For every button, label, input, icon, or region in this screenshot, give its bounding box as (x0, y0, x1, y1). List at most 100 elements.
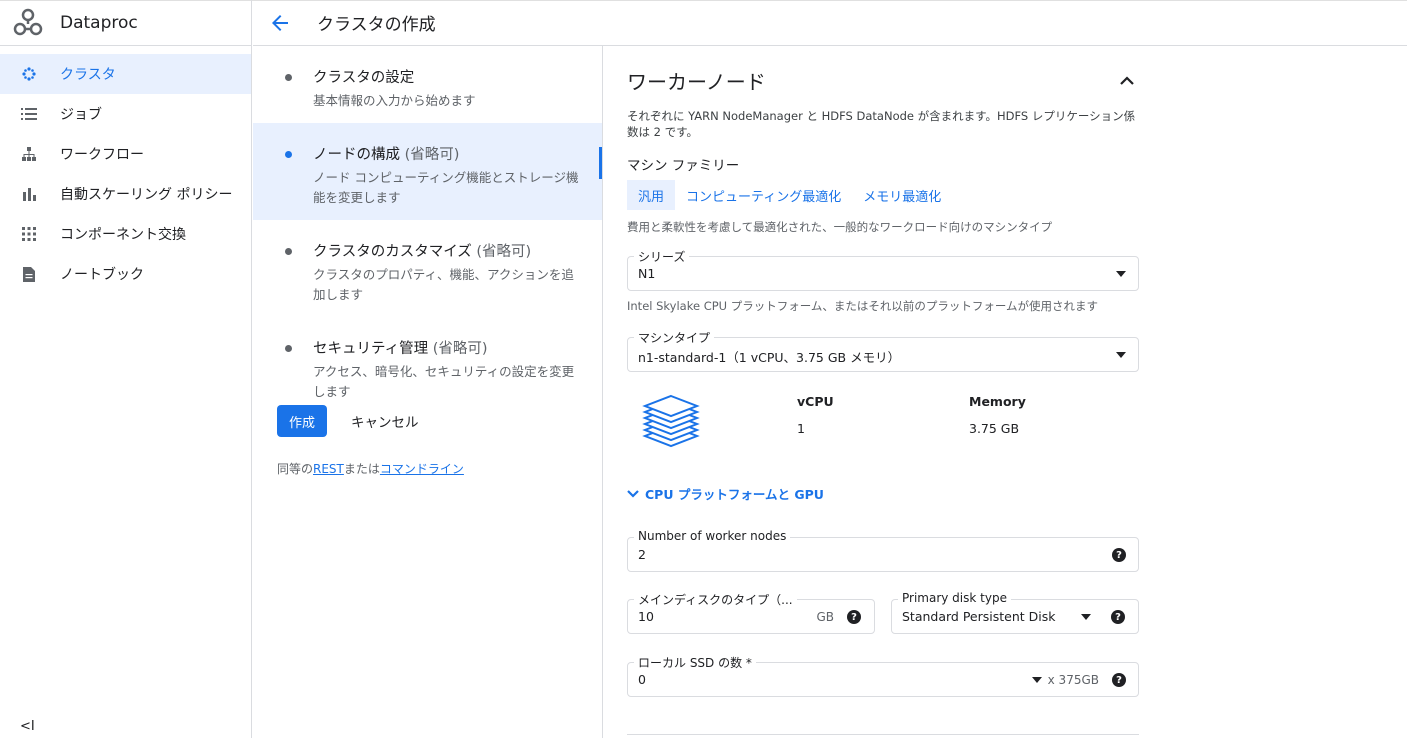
help-icon[interactable]: ? (1111, 610, 1125, 624)
active-step-indicator (599, 147, 602, 179)
bar-chart-icon (20, 185, 38, 203)
section-divider (627, 734, 1139, 735)
sidebar-header: Dataproc (0, 0, 251, 46)
sidebar-item-notebooks[interactable]: ノートブック (0, 254, 251, 294)
machine-family-label: マシン ファミリー (627, 158, 740, 174)
tab-general-purpose[interactable]: 汎用 (627, 180, 676, 210)
sidebar-item-label: ワークフロー (60, 147, 144, 163)
sidebar: Dataproc クラスタ ジョブ ワークフロー 自動スケーリング ポリシー コ… (0, 0, 252, 738)
sidebar-item-clusters[interactable]: クラスタ (0, 54, 251, 94)
step-security[interactable]: セキュリティ管理 (省略可) アクセス、暗号化、セキュリティの設定を変更します (253, 317, 602, 414)
section-description: それぞれに YARN NodeManager と HDFS DataNode が… (627, 109, 1136, 139)
equivalent-links: 同等のRESTまたはコマンドライン (277, 462, 464, 476)
machine-family-tabs: 汎用 コンピューティング最適化 メモリ最適化 (627, 180, 1139, 210)
machine-type-select[interactable]: マシンタイプ n1-standard-1（1 vCPU、3.75 GB メモリ） (627, 329, 1139, 372)
sidebar-item-label: ノートブック (60, 267, 144, 283)
step-dot (285, 248, 292, 255)
step-title: セキュリティ管理 (省略可) (313, 341, 488, 357)
step-cluster-setup[interactable]: クラスタの設定 基本情報の入力から始めます (253, 46, 602, 123)
collapse-sidebar-button[interactable]: <I (20, 719, 35, 734)
step-cluster-customize[interactable]: クラスタのカスタマイズ (省略可) クラスタのプロパティ、機能、アクションを追加… (253, 220, 602, 317)
sidebar-item-label: クラスタ (60, 67, 116, 83)
form-actions: 作成 キャンセル (277, 405, 419, 437)
steps-panel: クラスタの設定 基本情報の入力から始めます ノードの構成 (省略可) ノード コ… (253, 46, 603, 738)
list-icon (20, 105, 38, 123)
sidebar-item-label: 自動スケーリング ポリシー (60, 187, 233, 203)
memory-header: Memory (969, 394, 1026, 409)
step-dot (285, 345, 292, 352)
primary-disk-type-select[interactable]: Primary disk type Standard Persistent Di… (891, 591, 1139, 634)
sidebar-nav: クラスタ ジョブ ワークフロー 自動スケーリング ポリシー コンポーネント交換 (0, 54, 251, 294)
dropdown-caret-icon (1116, 271, 1126, 277)
vcpu-value: 1 (797, 421, 805, 436)
create-button[interactable]: 作成 (277, 405, 327, 437)
command-line-link[interactable]: コマンドライン (380, 462, 464, 476)
local-ssd-label: ローカル SSD の数 * (634, 654, 756, 671)
step-title: クラスタの設定 (313, 70, 415, 86)
machine-family-desc: 費用と柔軟性を考慮して最適化された、一般的なワークロード向けのマシンタイプ (627, 220, 1053, 234)
primary-disk-size-value: 10 (638, 609, 654, 624)
local-ssd-value: 0 (638, 672, 646, 687)
memory-spec: Memory 3.75 GB (969, 394, 1026, 436)
ssd-unit: x 375GB (1047, 673, 1099, 687)
step-node-config[interactable]: ノードの構成 (省略可) ノード コンピューティング機能とストレージ機能を変更し… (253, 123, 602, 220)
cpu-platform-label: CPU プラットフォームと GPU (645, 487, 824, 502)
disk-row: メインディスクのタイプ（... 10 GB ? Primary disk typ… (627, 591, 1139, 634)
dropdown-caret-icon (1032, 677, 1042, 683)
primary-disk-type-value: Standard Persistent Disk (902, 609, 1056, 624)
machine-type-value: n1-standard-1（1 vCPU、3.75 GB メモリ） (638, 350, 901, 365)
workflow-icon (20, 145, 38, 163)
chevron-up-icon[interactable] (1117, 71, 1137, 91)
primary-disk-size-input[interactable]: メインディスクのタイプ（... 10 GB ? (627, 591, 875, 634)
sidebar-item-workflows[interactable]: ワークフロー (0, 134, 251, 174)
sidebar-item-label: コンポーネント交換 (60, 227, 186, 243)
step-desc: アクセス、暗号化、セキュリティの設定を変更します (313, 364, 575, 399)
step-desc: 基本情報の入力から始めます (313, 93, 476, 108)
cluster-icon (20, 65, 38, 83)
dropdown-caret-icon (1116, 352, 1126, 358)
memory-value: 3.75 GB (969, 421, 1020, 436)
worker-nodes-label: Number of worker nodes (634, 529, 791, 543)
app-title: Dataproc (60, 12, 138, 33)
tab-compute-optimized[interactable]: コンピューティング最適化 (675, 180, 852, 210)
primary-disk-size-label: メインディスクのタイプ（... (634, 591, 797, 608)
series-label: シリーズ (634, 248, 690, 265)
back-arrow-icon[interactable] (271, 11, 295, 35)
series-hint: Intel Skylake CPU プラットフォーム、またはそれ以前のプラットフ… (627, 299, 1099, 313)
sidebar-item-label: ジョブ (60, 107, 102, 123)
worker-node-form: ワーカーノード それぞれに YARN NodeManager と HDFS Da… (627, 46, 1139, 735)
series-select[interactable]: シリーズ N1 (627, 248, 1139, 291)
help-icon[interactable]: ? (1112, 548, 1126, 562)
worker-nodes-input[interactable]: Number of worker nodes 2 ? (627, 529, 1139, 572)
primary-disk-type-label: Primary disk type (898, 591, 1011, 605)
section-title: ワーカーノード (627, 70, 766, 94)
step-title: ノードの構成 (省略可) (313, 147, 460, 163)
step-title: クラスタのカスタマイズ (省略可) (313, 244, 532, 260)
rest-link[interactable]: REST (313, 462, 344, 476)
series-value: N1 (638, 266, 656, 281)
sidebar-item-jobs[interactable]: ジョブ (0, 94, 251, 134)
cpu-platform-expander[interactable]: CPU プラットフォームと GPU (627, 484, 1139, 503)
page-title: クラスタの作成 (317, 15, 436, 35)
help-icon[interactable]: ? (847, 610, 861, 624)
step-desc: クラスタのプロパティ、機能、アクションを追加します (313, 267, 574, 302)
vcpu-spec: vCPU 1 (797, 394, 834, 436)
sidebar-item-component-exchange[interactable]: コンポーネント交換 (0, 214, 251, 254)
grid-icon (20, 225, 38, 243)
cancel-button[interactable]: キャンセル (351, 411, 419, 431)
vcpu-header: vCPU (797, 394, 834, 409)
dropdown-caret-icon (1081, 614, 1091, 620)
help-icon[interactable]: ? (1112, 673, 1126, 687)
step-dot (285, 74, 292, 81)
step-desc: ノード コンピューティング機能とストレージ機能を変更します (313, 170, 579, 205)
tab-memory-optimized[interactable]: メモリ最適化 (852, 180, 952, 210)
machine-specs: vCPU 1 Memory 3.75 GB (627, 392, 1139, 482)
sidebar-item-autoscaling[interactable]: 自動スケーリング ポリシー (0, 174, 251, 214)
local-ssd-select[interactable]: ローカル SSD の数 * 0 x 375GB ? (627, 654, 1139, 697)
section-header: ワーカーノード (627, 66, 1139, 95)
step-dot (285, 151, 292, 158)
disk-unit: GB (816, 610, 834, 624)
dataproc-logo-icon (13, 8, 43, 35)
document-icon (20, 265, 38, 283)
page-header: クラスタの作成 (253, 0, 1407, 46)
